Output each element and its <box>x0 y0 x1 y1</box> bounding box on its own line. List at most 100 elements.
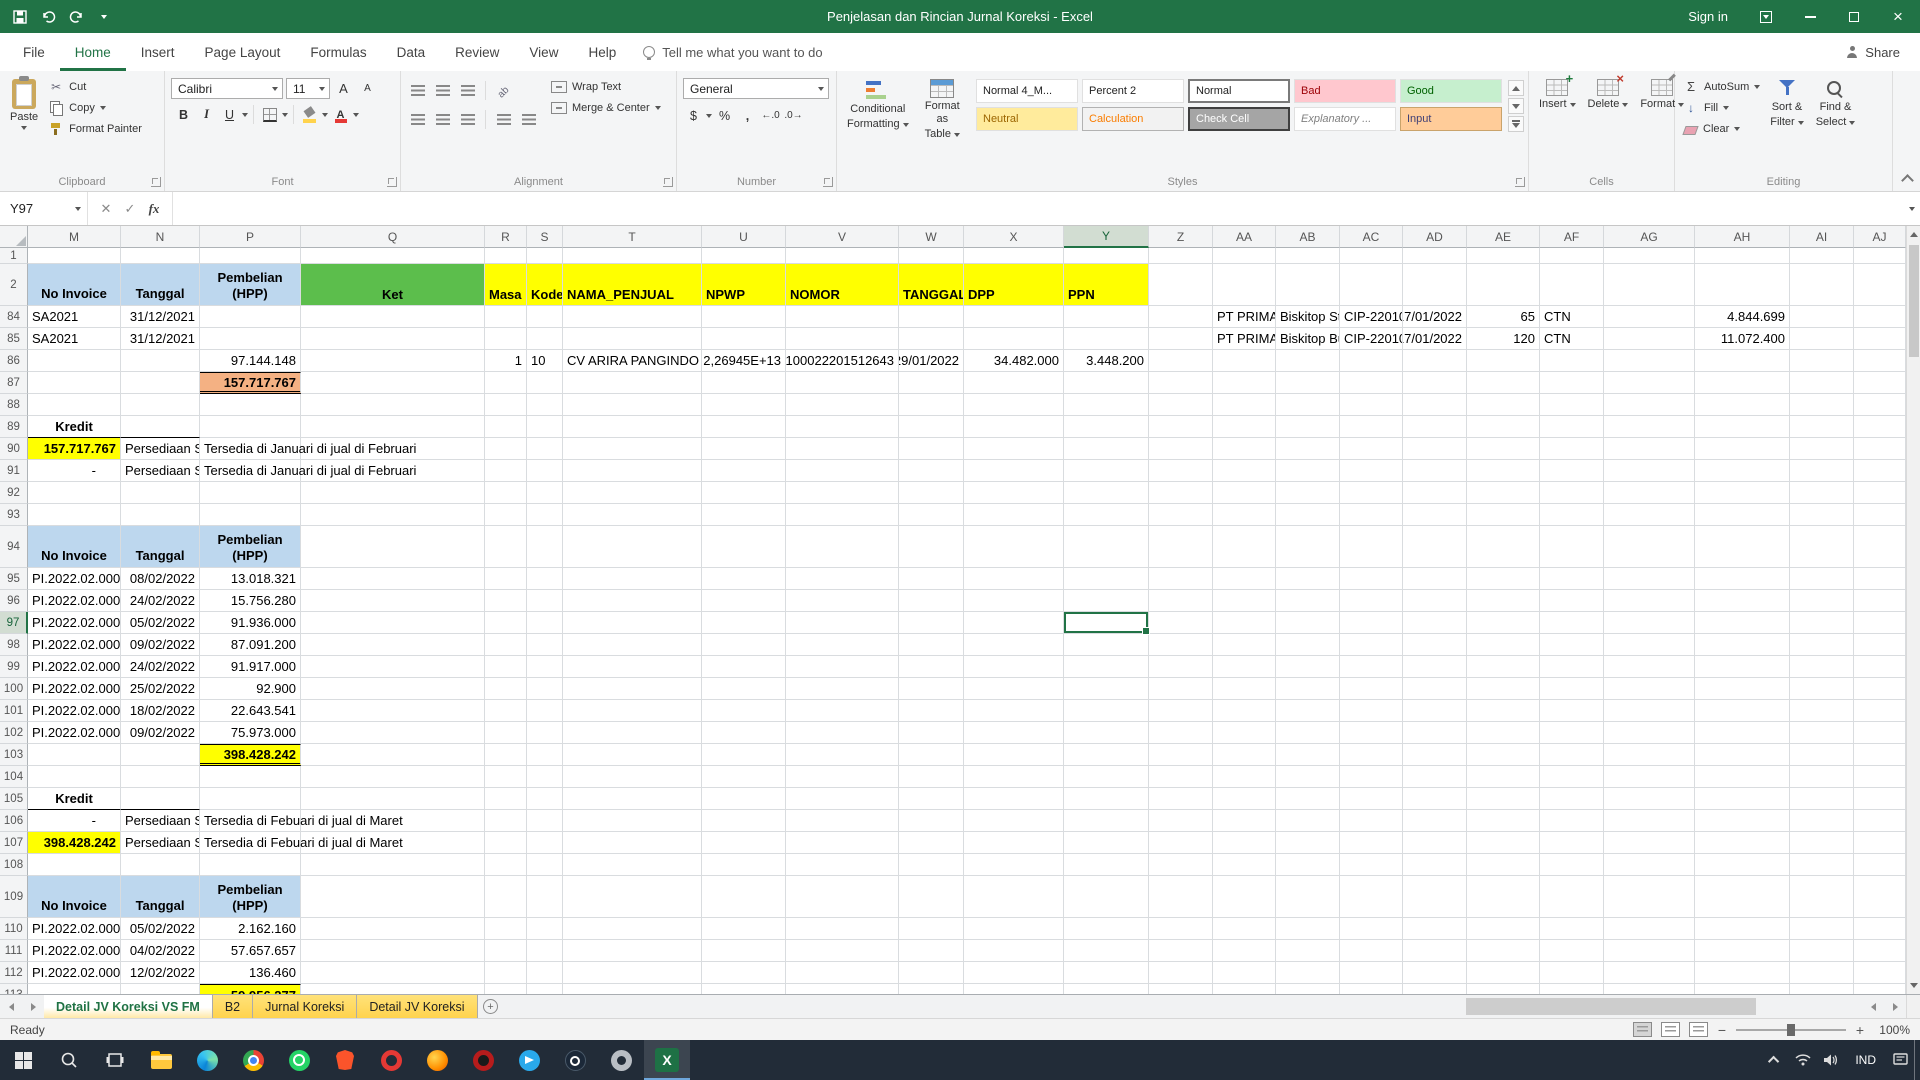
cell-AH86[interactable] <box>1695 350 1790 372</box>
cell-S89[interactable] <box>527 416 563 438</box>
cell-AD113[interactable] <box>1403 984 1467 994</box>
number-format-select[interactable]: General <box>683 78 829 99</box>
language-indicator[interactable]: IND <box>1845 1053 1886 1067</box>
cell-M104[interactable] <box>28 766 121 788</box>
sign-in-button[interactable]: Sign in <box>1672 9 1744 24</box>
cell-AE1[interactable] <box>1467 248 1540 264</box>
row-header-111[interactable]: 111 <box>0 940 28 962</box>
cell-AC105[interactable] <box>1340 788 1403 810</box>
cell-P103[interactable]: 398.428.242 <box>200 744 301 766</box>
cell-Z2[interactable] <box>1149 264 1213 306</box>
row-header-100[interactable]: 100 <box>0 678 28 700</box>
row-header-2[interactable]: 2 <box>0 264 28 306</box>
cell-X91[interactable] <box>964 460 1064 482</box>
cell-U89[interactable] <box>702 416 786 438</box>
maximize-button[interactable] <box>1832 0 1876 33</box>
cell-M94[interactable]: No Invoice <box>28 526 121 568</box>
cell-AE111[interactable] <box>1467 940 1540 962</box>
cell-W104[interactable] <box>899 766 964 788</box>
cell-AB113[interactable] <box>1276 984 1340 994</box>
cell-AH108[interactable] <box>1695 854 1790 876</box>
cell-AH88[interactable] <box>1695 394 1790 416</box>
cell-AH110[interactable] <box>1695 918 1790 940</box>
cell-AH93[interactable] <box>1695 504 1790 526</box>
cell-W99[interactable] <box>899 656 964 678</box>
taskbar-app-opera-gx[interactable] <box>460 1040 506 1080</box>
cell-AJ88[interactable] <box>1854 394 1906 416</box>
cell-AE107[interactable] <box>1467 832 1540 854</box>
cell-Z85[interactable] <box>1149 328 1213 350</box>
cell-U109[interactable] <box>702 876 786 918</box>
cell-N92[interactable] <box>121 482 200 504</box>
cell-U102[interactable] <box>702 722 786 744</box>
cell-AJ109[interactable] <box>1854 876 1906 918</box>
cell-AC107[interactable] <box>1340 832 1403 854</box>
cell-N106[interactable]: Persediaan Stok <box>121 810 200 832</box>
number-dialog-launcher[interactable] <box>823 177 833 187</box>
cell-N87[interactable] <box>121 372 200 394</box>
cell-Y113[interactable] <box>1064 984 1149 994</box>
cell-P112[interactable]: 136.460 <box>200 962 301 984</box>
cell-U103[interactable] <box>702 744 786 766</box>
cell-T107[interactable] <box>563 832 702 854</box>
cell-P89[interactable] <box>200 416 301 438</box>
cell-T85[interactable] <box>563 328 702 350</box>
cell-M101[interactable]: PI.2022.02.00023 <box>28 700 121 722</box>
cell-AB108[interactable] <box>1276 854 1340 876</box>
cell-Z92[interactable] <box>1149 482 1213 504</box>
cell-Z86[interactable] <box>1149 350 1213 372</box>
cell-AA2[interactable] <box>1213 264 1276 306</box>
cell-AF106[interactable] <box>1540 810 1604 832</box>
cell-AI99[interactable] <box>1790 656 1854 678</box>
cell-V93[interactable] <box>786 504 899 526</box>
cell-AB100[interactable] <box>1276 678 1340 700</box>
cell-AA1[interactable] <box>1213 248 1276 264</box>
cell-AI88[interactable] <box>1790 394 1854 416</box>
cell-P91[interactable]: Tersedia di Januari di jual di Februari <box>200 460 301 482</box>
cell-Q111[interactable] <box>301 940 485 962</box>
cell-V101[interactable] <box>786 700 899 722</box>
vertical-scrollbar-thumb[interactable] <box>1909 245 1919 357</box>
column-header-S[interactable]: S <box>527 226 563 248</box>
cell-V108[interactable] <box>786 854 899 876</box>
cell-T96[interactable] <box>563 590 702 612</box>
cell-R88[interactable] <box>485 394 527 416</box>
cell-AA93[interactable] <box>1213 504 1276 526</box>
cell-AF92[interactable] <box>1540 482 1604 504</box>
cell-AH98[interactable] <box>1695 634 1790 656</box>
scroll-down-icon[interactable] <box>1907 977 1920 994</box>
cell-AI105[interactable] <box>1790 788 1854 810</box>
cell-T109[interactable] <box>563 876 702 918</box>
cell-Z112[interactable] <box>1149 962 1213 984</box>
next-sheet-icon[interactable] <box>22 995 44 1018</box>
cell-T86[interactable]: CV ARIRA PANGINDO <box>563 350 702 372</box>
network-button[interactable] <box>1789 1040 1817 1080</box>
cell-U107[interactable] <box>702 832 786 854</box>
cell-P85[interactable] <box>200 328 301 350</box>
cell-Z84[interactable] <box>1149 306 1213 328</box>
ribbon-tab-page-layout[interactable]: Page Layout <box>190 33 296 71</box>
cell-X104[interactable] <box>964 766 1064 788</box>
cell-Q87[interactable] <box>301 372 485 394</box>
cell-style-percent-2[interactable]: Percent 2 <box>1082 79 1184 103</box>
cell-AD89[interactable] <box>1403 416 1467 438</box>
cell-AD111[interactable] <box>1403 940 1467 962</box>
cell-Y101[interactable] <box>1064 700 1149 722</box>
cell-AD90[interactable] <box>1403 438 1467 460</box>
cell-P84[interactable] <box>200 306 301 328</box>
cell-X107[interactable] <box>964 832 1064 854</box>
cell-S103[interactable] <box>527 744 563 766</box>
ribbon-tab-insert[interactable]: Insert <box>126 33 190 71</box>
cell-X105[interactable] <box>964 788 1064 810</box>
cell-X113[interactable] <box>964 984 1064 994</box>
cut-button[interactable]: Cut <box>44 76 146 97</box>
cell-U97[interactable] <box>702 612 786 634</box>
cell-W106[interactable] <box>899 810 964 832</box>
cell-AF102[interactable] <box>1540 722 1604 744</box>
enter-formula-icon[interactable]: ✓ <box>120 201 140 217</box>
sort-filter-button[interactable]: Sort & Filter <box>1764 76 1809 132</box>
taskbar-app-chrome[interactable] <box>230 1040 276 1080</box>
cell-AB91[interactable] <box>1276 460 1340 482</box>
cell-AG96[interactable] <box>1604 590 1695 612</box>
cell-AF96[interactable] <box>1540 590 1604 612</box>
